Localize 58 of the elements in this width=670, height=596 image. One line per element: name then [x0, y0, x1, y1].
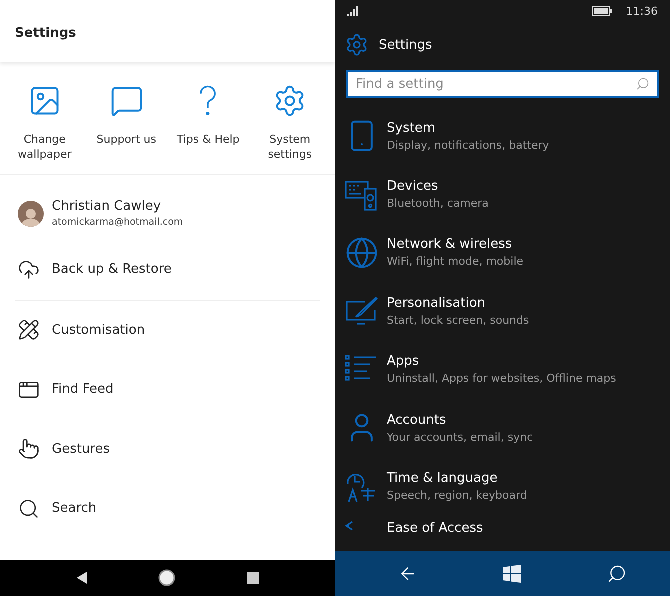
settings-category[interactable]: Accounts Your accounts, email, sync: [335, 398, 670, 458]
action-label[interactable]: System settings: [250, 132, 330, 162]
category-subtitle: Your accounts, email, sync: [387, 430, 534, 444]
menu-label: Back up & Restore: [52, 262, 172, 278]
menu-label: Gestures: [52, 442, 110, 457]
action-label[interactable]: Support us: [96, 132, 156, 147]
page-title: Settings: [379, 38, 432, 52]
settings-category[interactable]: Devices Bluetooth, camera: [335, 165, 670, 224]
pencil-ruler-icon: [18, 319, 40, 342]
menu-label: Find Feed: [52, 382, 114, 398]
search-icon[interactable]: [607, 564, 628, 584]
settings-category[interactable]: Ease of Access: [335, 516, 670, 551]
home-icon[interactable]: [158, 569, 176, 587]
category-subtitle: Display, notifications, battery: [387, 138, 550, 152]
category-title: System: [387, 120, 436, 136]
category-subtitle: WiFi, flight mode, mobile: [387, 255, 524, 268]
category-title: Apps: [387, 354, 420, 370]
settings-icon: [345, 33, 369, 57]
menu-label: Search: [52, 501, 97, 516]
category-subtitle: Bluetooth, camera: [387, 197, 489, 210]
settings-category[interactable]: Personalisation Start, lock screen, sounds: [335, 282, 670, 341]
cloud-upload-icon: [18, 258, 40, 281]
hand-icon: [18, 438, 40, 460]
search-icon: [636, 77, 650, 91]
recents-icon[interactable]: [246, 571, 260, 585]
category-subtitle: Uninstall, Apps for websites, Offline maps: [387, 372, 616, 386]
menu-item[interactable]: Customisation: [0, 300, 335, 360]
clock-time: 11:36: [626, 4, 658, 18]
back-icon[interactable]: [74, 571, 89, 585]
settings-category[interactable]: Time & language Speech, region, keyboard: [335, 457, 670, 516]
page-title: Settings: [15, 24, 76, 40]
menu-item[interactable]: Back up & Restore: [0, 240, 335, 300]
settings-category[interactable]: Apps Uninstall, Apps for websites, Offline maps: [335, 340, 670, 399]
settings-category[interactable]: System Display, notifications, battery: [335, 107, 670, 166]
menu-item[interactable]: Search: [0, 479, 335, 538]
category-subtitle: Speech, region, keyboard: [387, 489, 528, 502]
search-field[interactable]: Find a setting: [346, 70, 659, 98]
action-label[interactable]: Tips & Help: [176, 132, 240, 147]
menu-item[interactable]: Gestures: [0, 420, 335, 479]
category-title: Personalisation: [387, 296, 487, 311]
menu-label: Customisation: [52, 322, 146, 338]
category-title: Ease of Access: [387, 520, 484, 536]
globe-icon: [345, 236, 379, 270]
windows-logo-icon[interactable]: [503, 564, 522, 582]
avatar: [18, 200, 44, 226]
action-label[interactable]: Change wallpaper: [4, 132, 85, 162]
category-subtitle: Start, lock screen, sounds: [387, 314, 530, 327]
signal-icon: [347, 6, 359, 16]
account-email: atomickarma@hotmail.com: [52, 217, 184, 228]
category-title: Network & wireless: [387, 237, 514, 252]
battery-icon: [592, 6, 612, 16]
category-title: Time & language: [387, 471, 499, 486]
account-name: Christian Cawley: [52, 199, 162, 214]
category-title: Accounts: [387, 412, 448, 428]
category-title: Devices: [387, 179, 440, 194]
menu-item[interactable]: Find Feed: [0, 360, 335, 420]
search-icon: [18, 498, 40, 520]
settings-category[interactable]: Network & wireless WiFi, flight mode, mobile: [335, 224, 670, 282]
